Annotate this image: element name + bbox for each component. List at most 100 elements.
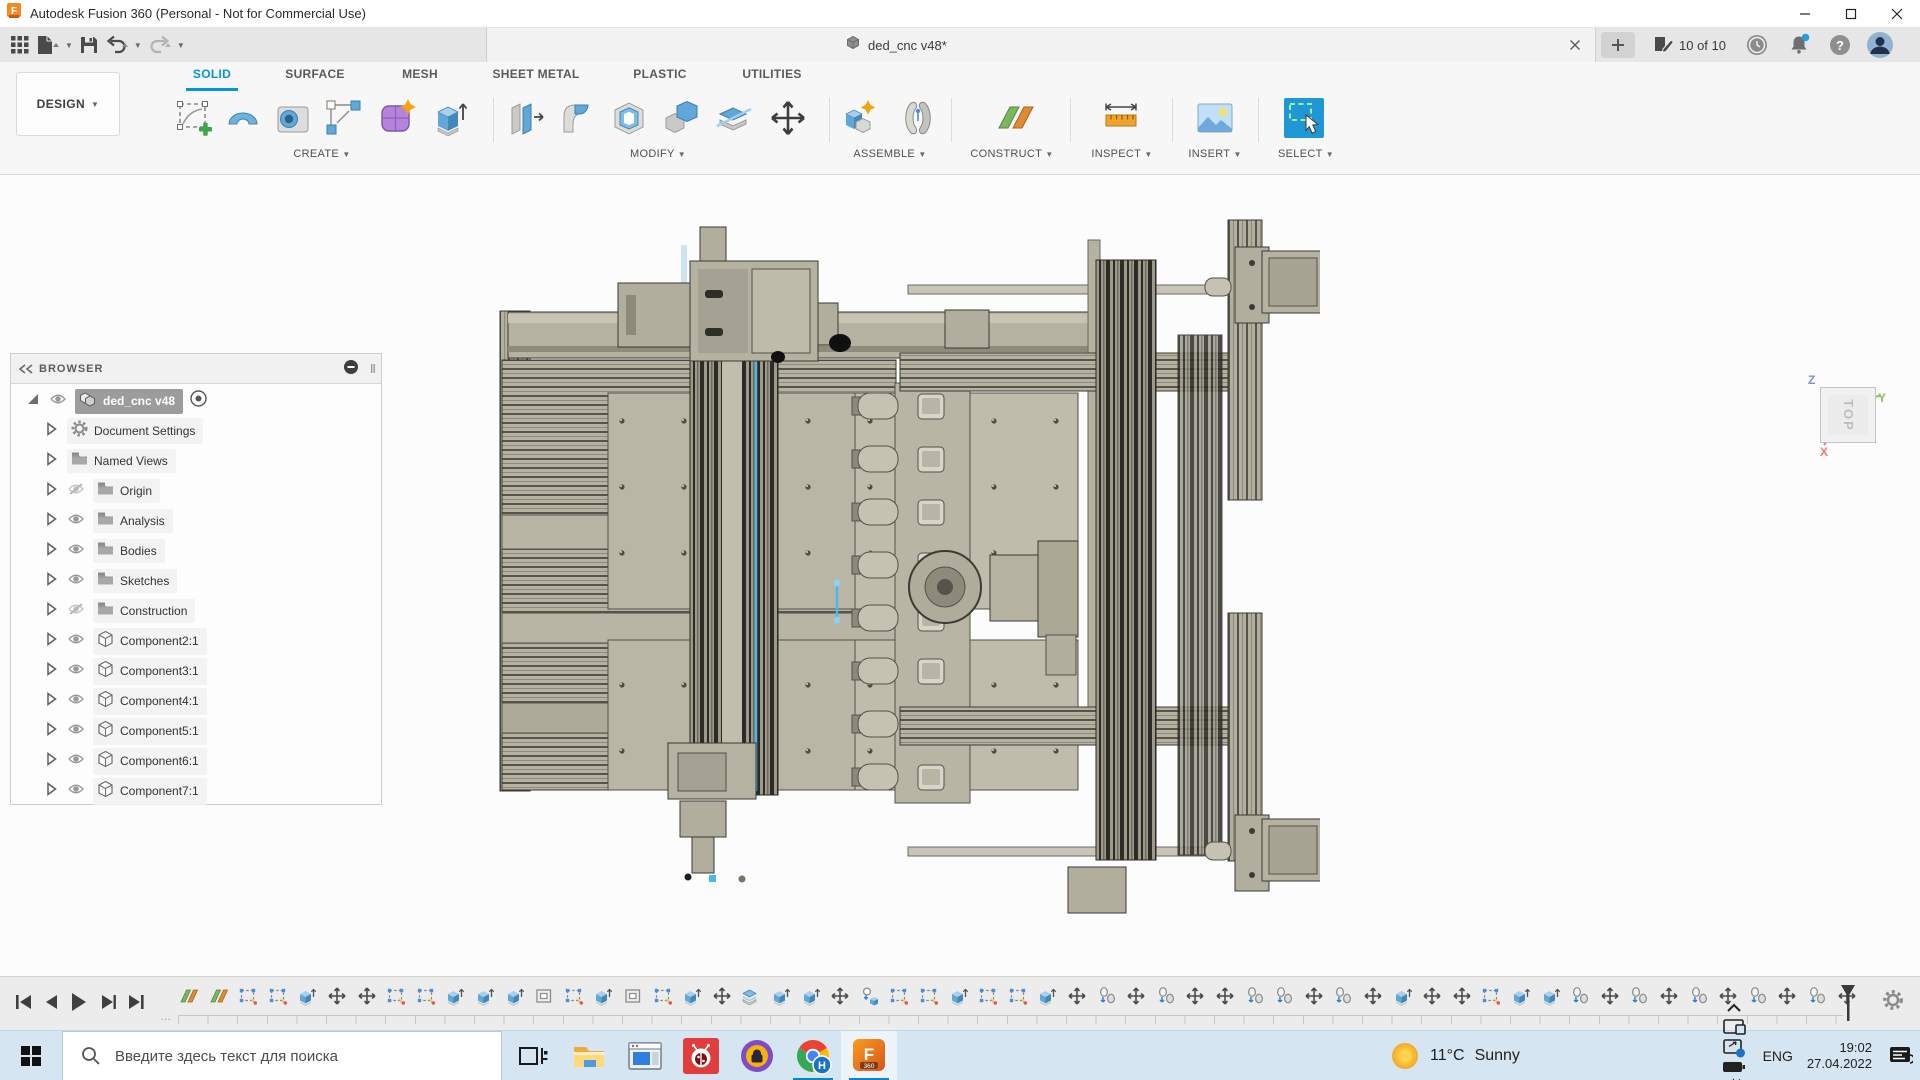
timeline-feature-sketch[interactable] (1480, 985, 1502, 1007)
timeline-feature-extrude[interactable] (504, 985, 526, 1007)
timeline-feature-joint[interactable] (1569, 985, 1591, 1007)
maximize-button[interactable] (1828, 0, 1874, 28)
joint-button[interactable] (896, 95, 940, 141)
eye-icon[interactable] (67, 751, 85, 772)
close-tab-icon[interactable] (1563, 33, 1587, 57)
create-sketch-button[interactable] (172, 95, 216, 141)
eye-icon[interactable] (67, 691, 85, 712)
insert-image-button[interactable] (1193, 95, 1237, 141)
view-cube[interactable]: Z Y X TOP (1812, 375, 1884, 461)
timeline-feature-extrude[interactable] (474, 985, 496, 1007)
timeline-settings-icon[interactable] (1882, 989, 1904, 1016)
viewport-3d[interactable]: Z Y X TOP BROWSER ‖ ded_cnc v48Document … (0, 175, 1920, 976)
extrude-button[interactable] (428, 95, 472, 141)
free-edits-counter[interactable]: 10 of 10 (1652, 28, 1726, 62)
profile-avatar[interactable] (1866, 28, 1894, 62)
eye-off-icon[interactable] (67, 481, 85, 502)
timeline-feature-joint[interactable] (1332, 985, 1354, 1007)
ribbon-tab-utilities[interactable]: UTILITIES (742, 67, 801, 81)
timeline-feature-sketch[interactable] (267, 985, 289, 1007)
job-status-icon[interactable] (1745, 28, 1769, 62)
close-button[interactable] (1874, 0, 1920, 28)
timeline-feature-extrude[interactable] (1510, 985, 1532, 1007)
timeline-feature-move[interactable] (829, 985, 851, 1007)
expand-icon[interactable] (43, 541, 59, 562)
timeline-feature-extrude[interactable] (948, 985, 970, 1007)
language-indicator[interactable]: ENG (1763, 1048, 1793, 1064)
workspace-selector[interactable]: DESIGN▼ (16, 72, 120, 136)
expand-icon[interactable] (43, 631, 59, 652)
timeline-feature-joint[interactable] (1628, 985, 1650, 1007)
expand-icon[interactable] (43, 451, 59, 472)
timeline-feature-joint[interactable] (1244, 985, 1266, 1007)
revolve-button[interactable] (222, 95, 266, 141)
taskbar-app-fusion-360[interactable]: F360 (841, 1031, 897, 1080)
redo-icon[interactable]: ▼ (148, 35, 185, 55)
volume-icon[interactable] (1722, 1075, 1746, 1080)
browser-item-construction[interactable]: Construction (11, 596, 381, 626)
notifications-bell-icon[interactable] (1786, 28, 1812, 62)
move-copy-button[interactable] (766, 95, 810, 141)
measure-button[interactable] (1100, 95, 1144, 141)
collapse-all-icon[interactable] (343, 359, 359, 378)
play-button[interactable] (66, 990, 90, 1014)
clock-widget[interactable]: 19:02 27.04.2022 (1807, 1040, 1872, 1072)
timeline-feature-sketch[interactable] (977, 985, 999, 1007)
expand-icon[interactable] (43, 691, 59, 712)
create-form-button[interactable] (376, 95, 420, 141)
step-back-button[interactable] (40, 990, 64, 1014)
timeline-feature-sketch[interactable] (415, 985, 437, 1007)
expand-icon[interactable] (43, 601, 59, 622)
timeline-feature-extrude[interactable] (1392, 985, 1414, 1007)
document-tab[interactable] (486, 28, 1596, 62)
timeline-feature-move[interactable] (1776, 985, 1798, 1007)
taskbar-app-ladybug-app[interactable] (673, 1031, 729, 1080)
minimize-button[interactable] (1782, 0, 1828, 28)
timeline-feature-sketch[interactable] (918, 985, 940, 1007)
ribbon-tab-surface[interactable]: SURFACE (285, 67, 344, 81)
fillet-button[interactable] (556, 95, 600, 141)
file-menu-icon[interactable]: ▼ (36, 35, 73, 55)
browser-item-origin[interactable]: Origin (11, 476, 381, 506)
timeline-feature-move[interactable] (1451, 985, 1473, 1007)
hole-button[interactable] (272, 95, 316, 141)
timeline-feature-move[interactable] (1599, 985, 1621, 1007)
timeline-feature-extrude[interactable] (1540, 985, 1562, 1007)
group-label-create[interactable]: CREATE ▼ (293, 148, 350, 160)
timeline-feature-move[interactable] (326, 985, 348, 1007)
document-tab-label[interactable]: ded_cnc v48* (845, 28, 947, 62)
combine-button[interactable] (660, 95, 704, 141)
timeline-feature-sketch[interactable] (237, 985, 259, 1007)
ribbon-tab-plastic[interactable]: PLASTIC (633, 67, 686, 81)
timeline-feature-shell[interactable] (533, 985, 555, 1007)
press-pull-button[interactable] (505, 95, 549, 141)
undo-icon[interactable]: ▼ (105, 35, 142, 55)
new-tab-button[interactable] (1601, 32, 1635, 58)
pattern-button[interactable] (322, 95, 366, 141)
timeline-position-marker[interactable] (1840, 983, 1856, 1028)
group-label-select[interactable]: SELECT ▼ (1278, 148, 1334, 160)
timeline-feature-move[interactable] (1421, 985, 1443, 1007)
browser-item-bodies[interactable]: Bodies (11, 536, 381, 566)
group-label-modify[interactable]: MODIFY ▼ (630, 148, 686, 160)
timeline-feature-sketch[interactable] (385, 985, 407, 1007)
eye-icon[interactable] (49, 391, 67, 412)
browser-item-component7-1[interactable]: Component7:1 (11, 776, 381, 806)
timeline-feature-move[interactable] (356, 985, 378, 1007)
group-label-construct[interactable]: CONSTRUCT ▼ (970, 148, 1053, 160)
action-center-icon[interactable] (1889, 1045, 1913, 1067)
eye-icon[interactable] (67, 571, 85, 592)
timeline-feature-joint[interactable] (1155, 985, 1177, 1007)
timeline-feature-extrude[interactable] (592, 985, 614, 1007)
timeline-feature-extrude[interactable] (770, 985, 792, 1007)
eye-icon[interactable] (67, 781, 85, 802)
group-label-insert[interactable]: INSERT ▼ (1188, 148, 1241, 160)
expand-icon[interactable] (25, 391, 41, 412)
timeline-feature-joint[interactable] (1688, 985, 1710, 1007)
expand-icon[interactable] (43, 511, 59, 532)
timeline-feature-joint[interactable] (1273, 985, 1295, 1007)
timeline-feature-extrude[interactable] (444, 985, 466, 1007)
timeline-feature-move[interactable] (1303, 985, 1325, 1007)
browser-item-component4-1[interactable]: Component4:1 (11, 686, 381, 716)
expand-icon[interactable] (43, 721, 59, 742)
